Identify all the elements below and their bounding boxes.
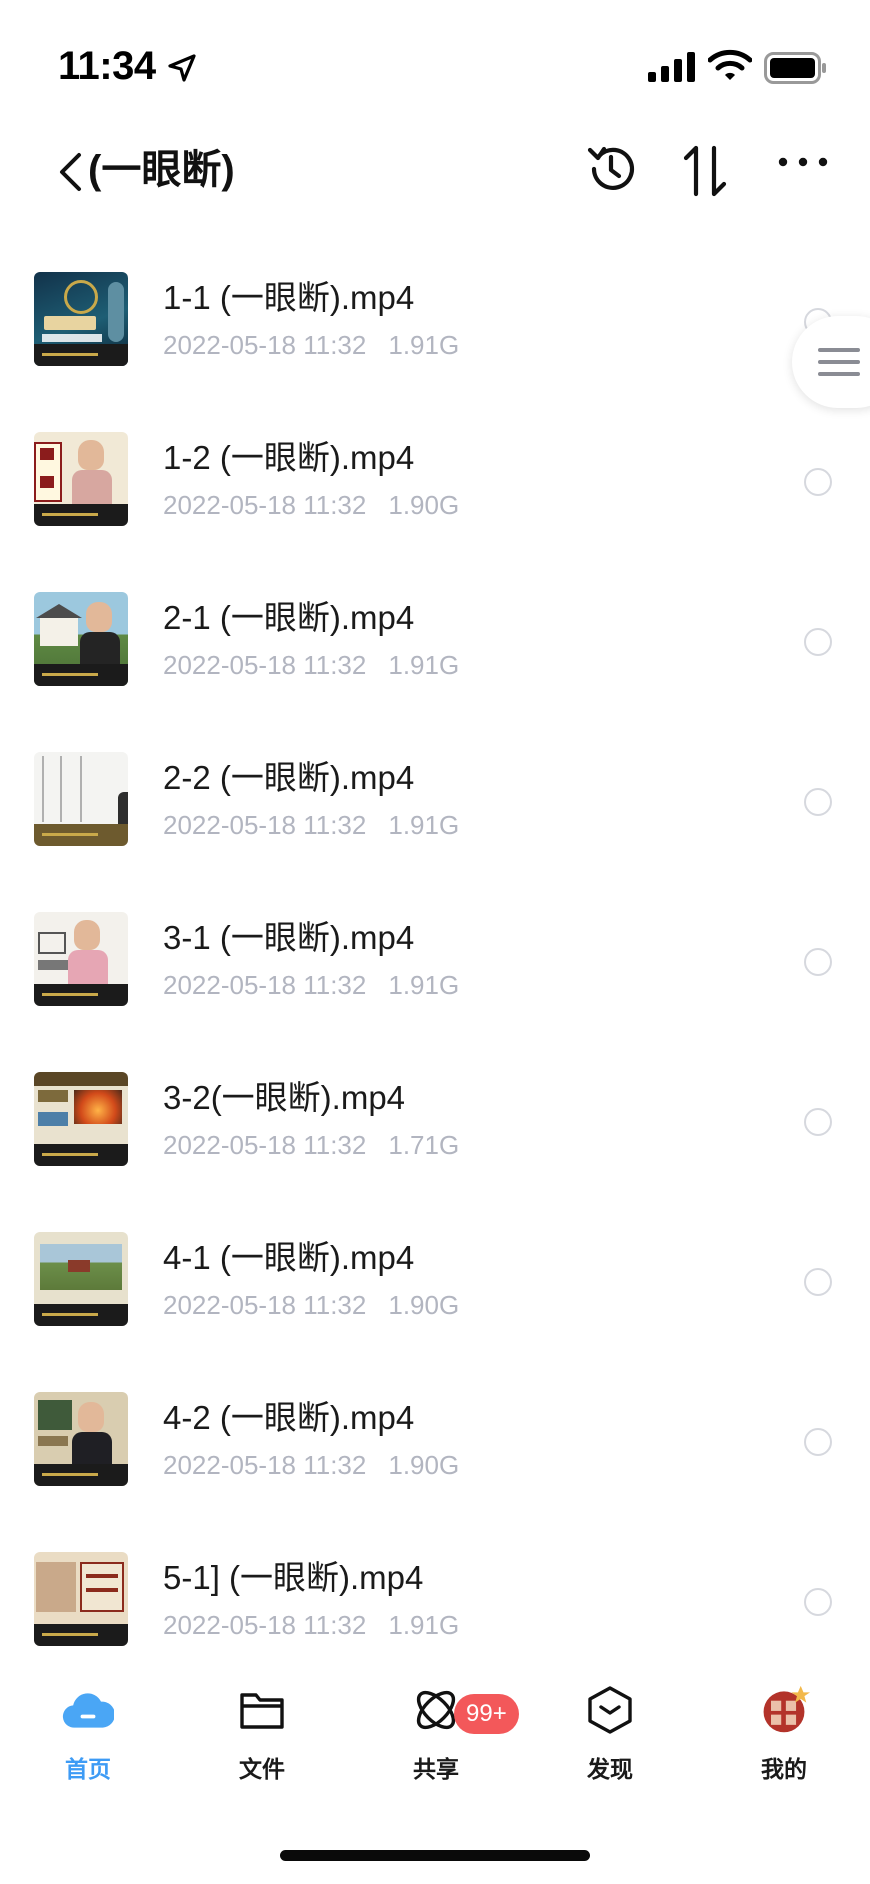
back-icon[interactable] [50, 144, 90, 200]
tab-label: 我的 [761, 1756, 807, 1782]
file-date: 2022-05-18 11:32 [163, 970, 367, 1000]
history-icon[interactable] [584, 142, 638, 196]
file-name: 1-2 (一眼断).mp4 [163, 439, 415, 476]
location-arrow-icon [168, 54, 196, 82]
file-size: 1.90G [388, 490, 460, 520]
file-meta: 2022-05-18 11:32 1.91G [163, 808, 459, 842]
menu-lines-icon [818, 348, 860, 376]
video-thumbnail [34, 432, 128, 526]
file-name: 5-1] (一眼断).mp4 [163, 1559, 424, 1596]
discover-icon [584, 1684, 636, 1736]
file-size: 1.90G [388, 1450, 460, 1480]
more-options-icon[interactable] [778, 152, 828, 172]
select-checkbox[interactable] [804, 1588, 832, 1616]
file-meta: 2022-05-18 11:32 1.91G [163, 968, 459, 1002]
tab-bar: 首页 文件 共享 发现 我的 [0, 1668, 870, 1788]
avatar-icon [758, 1684, 810, 1736]
tab-profile[interactable]: 我的 [724, 1668, 844, 1788]
video-thumbnail [34, 912, 128, 1006]
video-thumbnail [34, 752, 128, 846]
select-checkbox[interactable] [804, 1428, 832, 1456]
tab-label: 首页 [65, 1756, 111, 1782]
list-item[interactable]: 4-1 (一眼断).mp4 2022-05-18 11:32 1.90G [0, 1200, 870, 1360]
file-date: 2022-05-18 11:32 [163, 1130, 367, 1160]
page-title: (一眼断) [88, 148, 235, 192]
file-size: 1.91G [388, 330, 460, 360]
list-item[interactable]: 3-2(一眼断).mp4 2022-05-18 11:32 1.71G [0, 1040, 870, 1200]
tab-label: 共享 [413, 1756, 459, 1782]
select-checkbox[interactable] [804, 468, 832, 496]
file-meta: 2022-05-18 11:32 1.90G [163, 1448, 459, 1482]
select-checkbox[interactable] [804, 1108, 832, 1136]
file-meta: 2022-05-18 11:32 1.90G [163, 1288, 459, 1322]
select-checkbox[interactable] [804, 628, 832, 656]
list-item[interactable]: 3-1 (一眼断).mp4 2022-05-18 11:32 1.91G [0, 880, 870, 1040]
file-date: 2022-05-18 11:32 [163, 1290, 367, 1320]
file-meta: 2022-05-18 11:32 1.90G [163, 488, 459, 522]
cellular-signal-icon [648, 52, 695, 82]
list-item[interactable]: 1-2 (一眼断).mp4 2022-05-18 11:32 1.90G [0, 400, 870, 560]
video-thumbnail [34, 592, 128, 686]
file-size: 1.91G [388, 650, 460, 680]
file-name: 2-1 (一眼断).mp4 [163, 599, 415, 636]
battery-icon [764, 52, 826, 84]
video-thumbnail [34, 1552, 128, 1646]
home-indicator [280, 1850, 590, 1861]
file-meta: 2022-05-18 11:32 1.91G [163, 648, 459, 682]
file-name: 3-1 (一眼断).mp4 [163, 919, 415, 956]
status-time: 11:34 [58, 44, 156, 88]
list-item[interactable]: 1-1 (一眼断).mp4 2022-05-18 11:32 1.91G [0, 240, 870, 400]
video-thumbnail [34, 1392, 128, 1486]
file-meta: 2022-05-18 11:32 1.71G [163, 1128, 459, 1162]
file-date: 2022-05-18 11:32 [163, 1610, 367, 1640]
select-checkbox[interactable] [804, 788, 832, 816]
file-date: 2022-05-18 11:32 [163, 330, 367, 360]
file-list: 1-1 (一眼断).mp4 2022-05-18 11:32 1.91G 1-2 … [0, 240, 870, 1680]
select-checkbox[interactable] [804, 1268, 832, 1296]
tab-discover[interactable]: 发现 [550, 1668, 670, 1788]
navigation-bar: (一眼断) [0, 130, 870, 226]
list-item[interactable]: 2-1 (一眼断).mp4 2022-05-18 11:32 1.91G [0, 560, 870, 720]
file-name: 1-1 (一眼断).mp4 [163, 279, 415, 316]
file-date: 2022-05-18 11:32 [163, 650, 367, 680]
share-notification-badge: 99+ [454, 1694, 519, 1734]
list-item[interactable]: 5-1] (一眼断).mp4 2022-05-18 11:32 1.91G [0, 1520, 870, 1680]
file-size: 1.91G [388, 1610, 460, 1640]
file-name: 2-2 (一眼断).mp4 [163, 759, 415, 796]
tab-files[interactable]: 文件 [202, 1668, 322, 1788]
file-size: 1.90G [388, 1290, 460, 1320]
wifi-icon [708, 49, 752, 80]
file-name: 4-2 (一眼断).mp4 [163, 1399, 415, 1436]
tab-home[interactable]: 首页 [28, 1668, 148, 1788]
list-item[interactable]: 4-2 (一眼断).mp4 2022-05-18 11:32 1.90G [0, 1360, 870, 1520]
file-meta: 2022-05-18 11:32 1.91G [163, 328, 459, 362]
video-thumbnail [34, 1232, 128, 1326]
tab-label: 发现 [587, 1756, 633, 1782]
file-size: 1.91G [388, 970, 460, 1000]
file-name: 4-1 (一眼断).mp4 [163, 1239, 415, 1276]
list-item[interactable]: 2-2 (一眼断).mp4 2022-05-18 11:32 1.91G [0, 720, 870, 880]
video-thumbnail [34, 272, 128, 366]
file-name: 3-2(一眼断).mp4 [163, 1079, 406, 1116]
file-size: 1.71G [388, 1130, 460, 1160]
status-bar: 11:34 [0, 0, 870, 140]
file-date: 2022-05-18 11:32 [163, 490, 367, 520]
file-date: 2022-05-18 11:32 [163, 810, 367, 840]
file-size: 1.91G [388, 810, 460, 840]
folder-icon [236, 1684, 288, 1736]
file-date: 2022-05-18 11:32 [163, 1450, 367, 1480]
sort-icon[interactable] [680, 142, 734, 200]
video-thumbnail [34, 1072, 128, 1166]
select-checkbox[interactable] [804, 948, 832, 976]
cloud-icon [62, 1684, 114, 1736]
tab-label: 文件 [239, 1756, 285, 1782]
file-meta: 2022-05-18 11:32 1.91G [163, 1608, 459, 1642]
